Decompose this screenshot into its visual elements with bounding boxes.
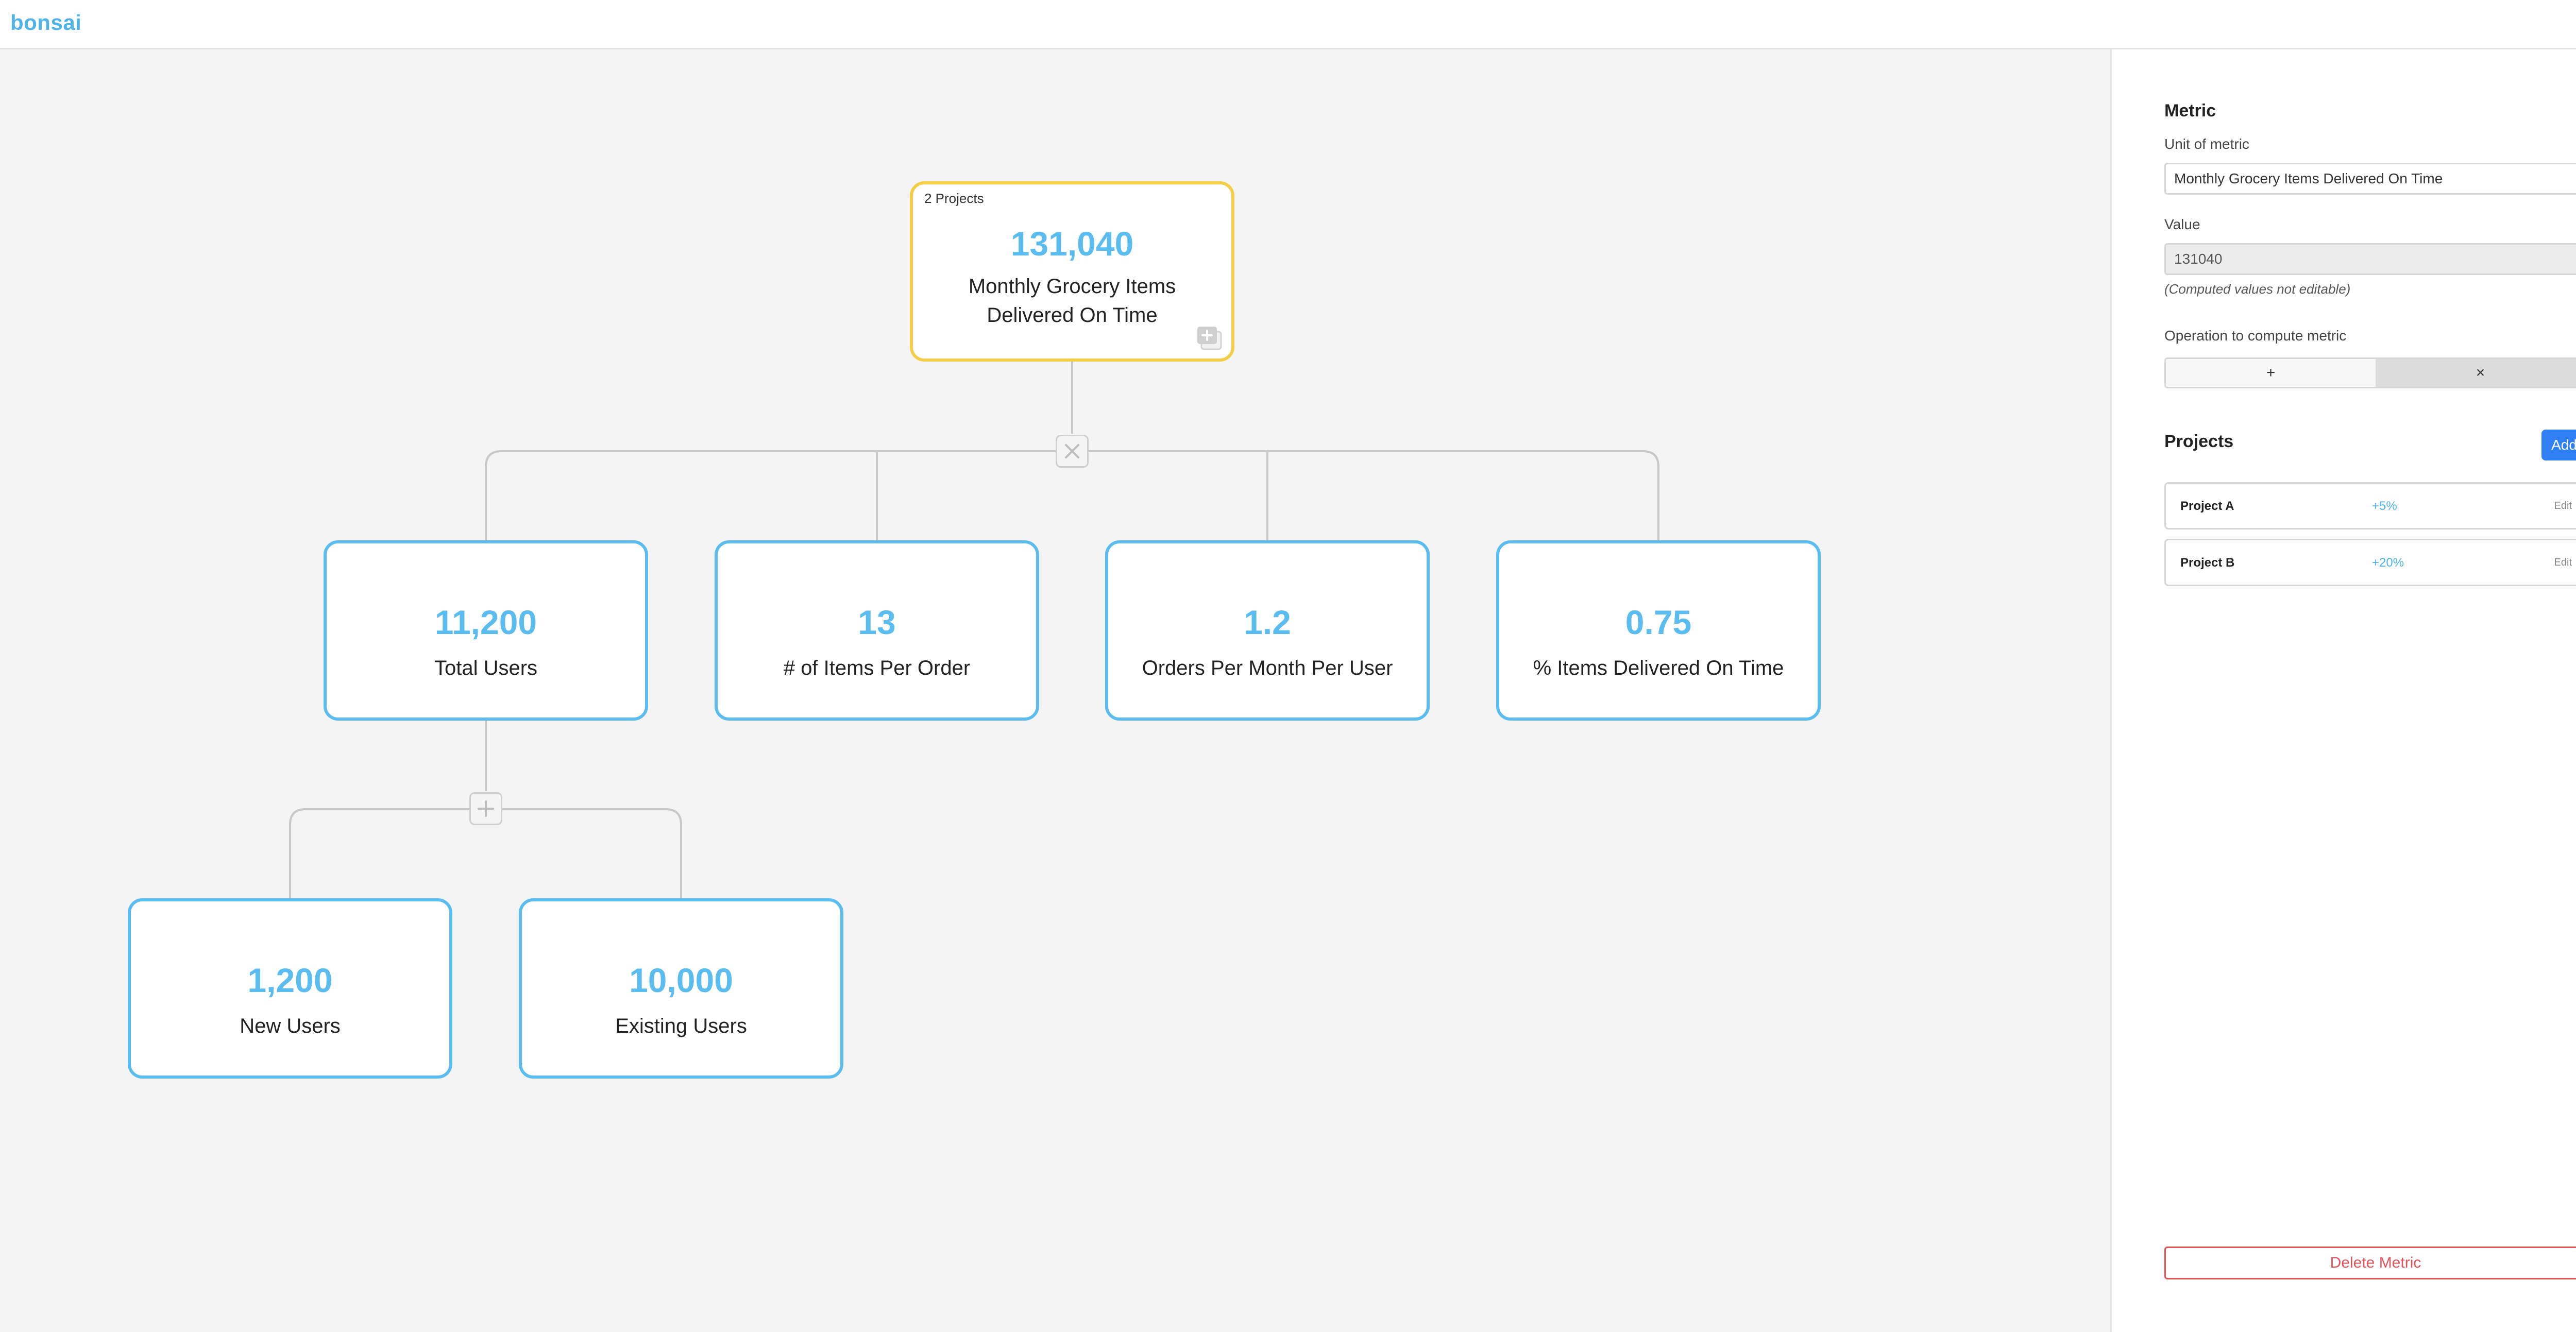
edit-project-button[interactable]: Edit [2554,500,2572,512]
metric-value: 13 [858,603,896,641]
project-change: +5% [2372,499,2397,513]
root-metric-node[interactable]: 2 Projects 131,040 Monthly Grocery Items… [910,181,1234,362]
unit-of-metric-label: Unit of metric [2164,136,2249,152]
unit-of-metric-input[interactable] [2164,163,2576,195]
metric-details-panel: Metric Unit of metric Value (Computed va… [2110,49,2576,1332]
metric-node-items-per-order[interactable]: 13 # of Items Per Order [715,540,1039,721]
metric-value: 1,200 [247,961,333,999]
app-logo[interactable]: bonsai [10,10,81,35]
metric-label: # of Items Per Order [783,657,971,679]
add-child-icon[interactable] [1195,325,1224,351]
plus-operation-button[interactable] [469,792,502,825]
edit-project-button[interactable]: Edit [2554,557,2572,569]
multiply-operation-button[interactable] [1056,435,1089,468]
computed-values-note: (Computed values not editable) [2164,281,2351,297]
add-project-button[interactable]: Add [2541,430,2576,460]
delete-metric-button[interactable]: Delete Metric [2164,1246,2576,1279]
project-row[interactable]: Project B +20% Edit [2164,539,2576,586]
projects-count: 2 Projects [924,191,984,206]
top-bar: bonsai [0,0,2576,49]
metric-value: 11,200 [434,603,537,641]
metric-label: Existing Users [615,1015,747,1037]
operation-selector[interactable]: + × [2164,357,2576,388]
metric-node-total-users[interactable]: 11,200 Total Users [324,540,648,721]
value-label: Value [2164,216,2200,232]
metric-label: % Items Delivered On Time [1533,657,1784,679]
operation-add-option[interactable]: + [2166,359,2376,387]
value-input [2164,243,2576,275]
metric-value: 10,000 [629,961,733,999]
metric-node-orders-per-month[interactable]: 1.2 Orders Per Month Per User [1105,540,1430,721]
metric-value: 1.2 [1244,603,1291,641]
metric-label: Monthly Grocery Items Delivered On Time [968,275,1176,327]
operation-multiply-option[interactable]: × [2376,359,2576,387]
metric-value: 131,040 [1010,225,1134,263]
plus-icon [478,800,494,817]
metric-node-items-on-time[interactable]: 0.75 % Items Delivered On Time [1496,540,1821,721]
metric-node-new-users[interactable]: 1,200 New Users [128,898,452,1079]
project-row[interactable]: Project A +5% Edit [2164,482,2576,530]
project-name: Project B [2180,556,2235,570]
operation-label: Operation to compute metric [2164,328,2347,344]
metric-label: New Users [240,1015,341,1037]
metric-tree-canvas[interactable]: 2 Projects 131,040 Monthly Grocery Items… [0,49,2110,1332]
project-name: Project A [2180,499,2234,513]
projects-section-title: Projects [2164,432,2234,451]
metric-value: 0.75 [1625,603,1692,641]
metric-label: Orders Per Month Per User [1142,657,1393,679]
metric-label: Total Users [434,657,538,679]
multiply-icon [1065,444,1079,458]
metric-section-title: Metric [2164,101,2216,121]
project-change: +20% [2372,556,2404,570]
metric-node-existing-users[interactable]: 10,000 Existing Users [519,898,843,1079]
